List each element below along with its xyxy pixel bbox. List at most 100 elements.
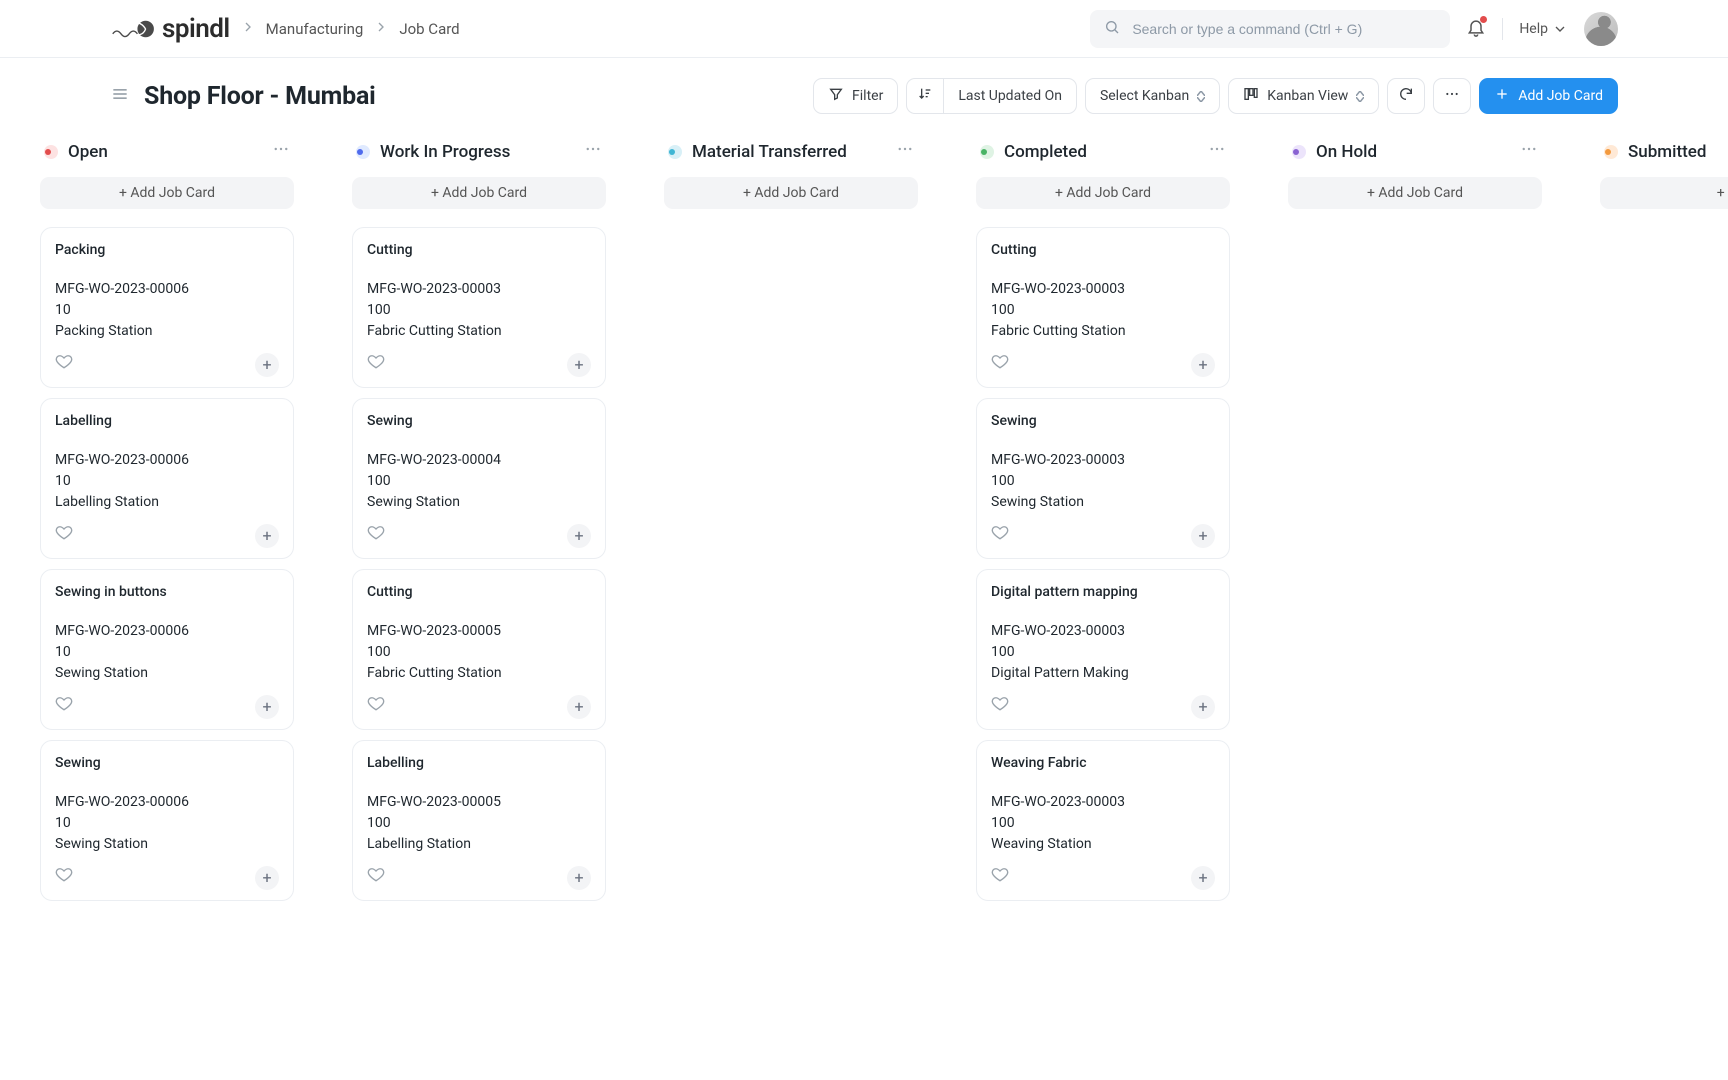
job-card[interactable]: SewingMFG-WO-2023-00004100Sewing Station… [352,398,606,559]
job-card[interactable]: LabellingMFG-WO-2023-0000610Labelling St… [40,398,294,559]
status-dot-icon [44,145,58,159]
assign-button[interactable]: + [1191,695,1215,719]
job-card[interactable]: CuttingMFG-WO-2023-00005100Fabric Cuttin… [352,569,606,730]
like-button[interactable] [367,523,385,548]
kanban-select[interactable]: Select Kanban [1085,78,1220,114]
assign-button[interactable]: + [1191,353,1215,377]
kanban-icon [1243,86,1259,106]
assign-button[interactable]: + [567,695,591,719]
sort-field-select[interactable]: Last Updated On [943,78,1077,114]
status-dot-icon [980,145,994,159]
sidebar-toggle-icon[interactable] [110,84,130,108]
assign-button[interactable]: + [1191,524,1215,548]
like-button[interactable] [991,523,1009,548]
card-station: Sewing Station [55,663,279,684]
card-list: CuttingMFG-WO-2023-00003100Fabric Cuttin… [352,227,606,901]
card-quantity: 10 [55,813,279,834]
card-station: Labelling Station [55,492,279,513]
breadcrumb-item[interactable]: Manufacturing [266,20,364,38]
column-menu-button[interactable] [272,140,290,163]
card-operation: Sewing [991,411,1215,432]
card-work-order: MFG-WO-2023-00006 [55,279,279,300]
global-search[interactable] [1090,10,1450,48]
like-button[interactable] [367,865,385,890]
job-card[interactable]: Digital pattern mappingMFG-WO-2023-00003… [976,569,1230,730]
add-job-card-button[interactable]: Add Job Card [1479,78,1618,114]
status-dot-icon [668,145,682,159]
add-card-button[interactable]: + A [1600,177,1728,209]
like-button[interactable] [55,865,73,890]
like-button[interactable] [55,694,73,719]
card-operation: Labelling [55,411,279,432]
column-title: Work In Progress [380,142,510,162]
like-button[interactable] [991,694,1009,719]
notifications-button[interactable] [1466,17,1486,41]
job-card[interactable]: CuttingMFG-WO-2023-00003100Fabric Cuttin… [352,227,606,388]
assign-button[interactable]: + [255,695,279,719]
add-card-button[interactable]: + Add Job Card [976,177,1230,209]
assign-button[interactable]: + [1191,866,1215,890]
card-operation: Digital pattern mapping [991,582,1215,603]
like-button[interactable] [55,352,73,377]
notification-dot-icon [1480,16,1487,23]
filter-button[interactable]: Filter [813,78,898,114]
card-station: Fabric Cutting Station [991,321,1215,342]
job-card[interactable]: Sewing in buttonsMFG-WO-2023-0000610Sewi… [40,569,294,730]
breadcrumb-item[interactable]: Job Card [399,20,459,38]
job-card[interactable]: LabellingMFG-WO-2023-00005100Labelling S… [352,740,606,901]
more-menu-button[interactable] [1433,78,1471,114]
view-mode-label: Kanban View [1267,88,1348,104]
brand-name: spindl [162,14,230,44]
sort-button[interactable] [906,78,943,114]
like-button[interactable] [991,865,1009,890]
card-quantity: 100 [991,642,1215,663]
card-station: Packing Station [55,321,279,342]
select-caret-icon [1356,91,1364,102]
job-card[interactable]: Weaving FabricMFG-WO-2023-00003100Weavin… [976,740,1230,901]
kanban-board: Open + Add Job Card Packing MFG-WO-2023-000… [0,114,1728,901]
column-menu-button[interactable] [1520,140,1538,163]
assign-button[interactable]: + [567,524,591,548]
job-card[interactable]: PackingMFG-WO-2023-0000610Packing Statio… [40,227,294,388]
card-quantity: 10 [55,642,279,663]
help-menu[interactable]: Help [1519,21,1568,37]
status-dot-icon [1292,145,1306,159]
job-card[interactable]: SewingMFG-WO-2023-00003100Sewing Station… [976,398,1230,559]
assign-button[interactable]: + [255,353,279,377]
card-operation: Packing [55,240,279,261]
assign-button[interactable]: + [255,524,279,548]
column-menu-button[interactable] [896,140,914,163]
add-card-button[interactable]: + Add Job Card [352,177,606,209]
search-input[interactable] [1130,20,1436,38]
card-quantity: 100 [367,471,591,492]
job-card[interactable]: SewingMFG-WO-2023-0000610Sewing Station+ [40,740,294,901]
add-card-button[interactable]: + Add Job Card [664,177,918,209]
like-button[interactable] [991,352,1009,377]
column-title: Open [68,142,108,162]
like-button[interactable] [367,694,385,719]
assign-button[interactable]: + [567,353,591,377]
add-card-button[interactable]: + Add Job Card [1288,177,1542,209]
assign-button[interactable]: + [567,866,591,890]
like-button[interactable] [367,352,385,377]
card-station: Sewing Station [991,492,1215,513]
card-station: Sewing Station [367,492,591,513]
brand[interactable]: spindl [110,14,230,44]
column-title: Completed [1004,142,1087,162]
card-work-order: MFG-WO-2023-00006 [55,450,279,471]
like-button[interactable] [55,523,73,548]
card-operation: Weaving Fabric [991,753,1215,774]
brand-icon [110,16,158,42]
avatar[interactable] [1584,12,1618,46]
refresh-button[interactable] [1387,78,1425,114]
column-menu-button[interactable] [1208,140,1226,163]
card-station: Weaving Station [991,834,1215,855]
card-station: Fabric Cutting Station [367,321,591,342]
assign-button[interactable]: + [255,866,279,890]
column-menu-button[interactable] [584,140,602,163]
search-icon [1104,19,1120,39]
column-header: Material Transferred [664,140,918,163]
add-card-button[interactable]: + Add Job Card [40,177,294,209]
view-mode-select[interactable]: Kanban View [1228,78,1379,114]
job-card[interactable]: CuttingMFG-WO-2023-00003100Fabric Cuttin… [976,227,1230,388]
